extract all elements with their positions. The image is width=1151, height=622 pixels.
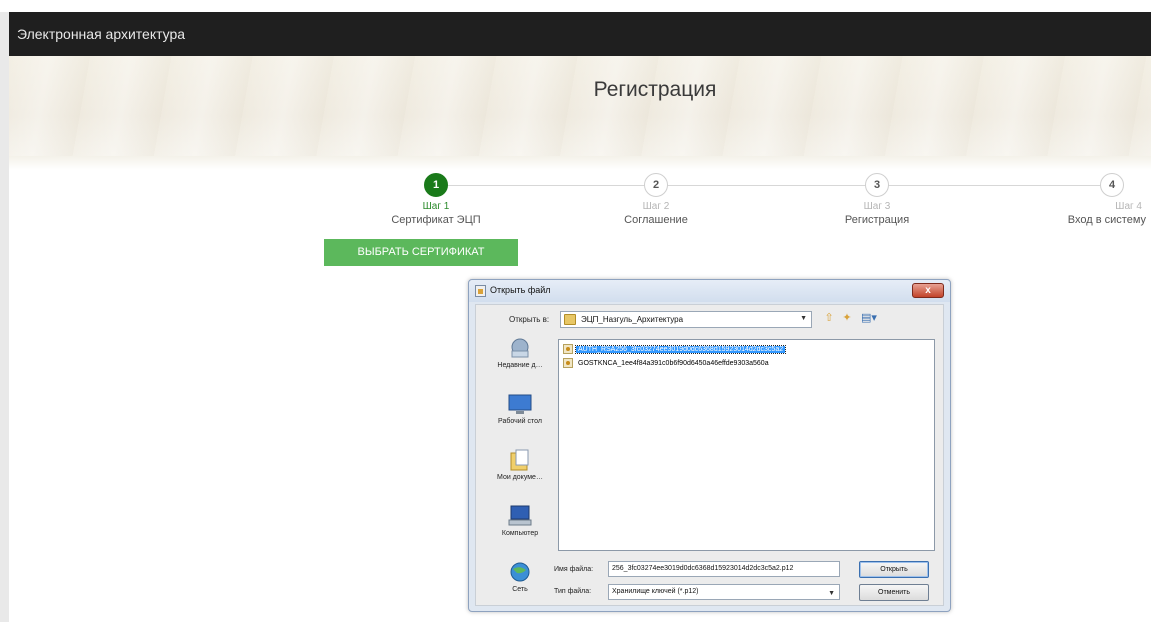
chevron-down-icon[interactable]: ▼ bbox=[828, 587, 835, 601]
new-folder-icon[interactable]: ✦ bbox=[840, 311, 854, 326]
step-1: 1 Шаг 1 Сертификат ЭЦП bbox=[351, 173, 521, 226]
place-my-documents[interactable]: Мои докуме… bbox=[486, 449, 554, 481]
recent-documents-icon bbox=[508, 337, 532, 359]
left-margin bbox=[0, 12, 9, 622]
step-2-label: Соглашение bbox=[624, 214, 688, 226]
key-file-icon bbox=[563, 344, 573, 354]
filename-label: Имя файла: bbox=[554, 566, 594, 573]
java-app-icon bbox=[475, 285, 486, 297]
step-2-circle: 2 bbox=[644, 173, 668, 197]
step-2: 2 Шаг 2 Соглашение bbox=[571, 173, 741, 226]
step-3-circle: 3 bbox=[865, 173, 889, 197]
app-header: Электронная архитектура bbox=[9, 12, 1151, 56]
step-1-circle: 1 bbox=[424, 173, 448, 197]
filetype-value: Хранилище ключей (*.p12) bbox=[612, 588, 699, 595]
network-icon bbox=[508, 561, 532, 583]
open-button[interactable]: Открыть bbox=[859, 561, 929, 578]
cancel-button[interactable]: Отменить bbox=[859, 584, 929, 601]
step-1-label: Сертификат ЭЦП bbox=[391, 214, 481, 226]
stepper-line bbox=[435, 185, 1100, 186]
key-file-icon bbox=[563, 358, 573, 368]
place-recent[interactable]: Недавние д… bbox=[486, 337, 554, 369]
dialog-titlebar[interactable]: Открыть файл x bbox=[469, 280, 950, 302]
look-in-value: ЭЦП_Назгуль_Архитектура bbox=[581, 315, 684, 324]
place-desktop-label: Рабочий стол bbox=[498, 418, 542, 425]
top-margin bbox=[0, 0, 1151, 12]
open-file-dialog: Открыть файл x Открыть в: ЭЦП_Назгуль_Ар… bbox=[468, 279, 951, 612]
place-network-label: Сеть bbox=[512, 586, 528, 593]
step-3-caption: Шаг 3 bbox=[863, 201, 891, 212]
place-recent-label: Недавние д… bbox=[497, 362, 543, 369]
file-name[interactable]: GOSTKNCA_1ee4f84a391c0b6f90d6450a46effde… bbox=[576, 360, 771, 367]
my-documents-icon bbox=[508, 449, 532, 471]
dialog-title: Открыть файл bbox=[490, 285, 551, 295]
step-4-label: Вход в систему bbox=[1067, 214, 1146, 226]
filetype-label: Тип файла: bbox=[554, 588, 592, 595]
file-row[interactable]: AUTH_RSA256_3fc03274ee3019d0dc6368d15923… bbox=[563, 343, 787, 355]
step-3-label: Регистрация bbox=[844, 214, 910, 226]
choose-certificate-button[interactable]: ВЫБРАТЬ СЕРТИФИКАТ bbox=[324, 239, 518, 266]
file-list[interactable]: AUTH_RSA256_3fc03274ee3019d0dc6368d15923… bbox=[558, 339, 935, 551]
place-computer[interactable]: Компьютер bbox=[486, 505, 554, 537]
place-desktop[interactable]: Рабочий стол bbox=[486, 393, 554, 425]
places-bar: Недавние д… Рабочий стол Мои докуме… Ком… bbox=[486, 337, 554, 602]
step-1-caption: Шаг 1 bbox=[422, 201, 450, 212]
place-computer-label: Компьютер bbox=[501, 530, 539, 537]
computer-icon bbox=[508, 505, 532, 527]
dialog-body: Открыть в: ЭЦП_Назгуль_Архитектура ▼ ⇧ ✦… bbox=[475, 304, 944, 606]
step-4: 4 Шаг 4 Вход в систему bbox=[1014, 173, 1150, 226]
place-network[interactable]: Сеть bbox=[486, 561, 554, 593]
step-4-circle: 4 bbox=[1100, 173, 1124, 197]
look-in-label: Открыть в: bbox=[509, 315, 550, 324]
filetype-select[interactable]: Хранилище ключей (*.p12) ▼ bbox=[608, 584, 840, 600]
page-banner: Регистрация bbox=[9, 56, 1151, 156]
desktop-icon bbox=[508, 393, 532, 415]
close-button[interactable]: x bbox=[912, 283, 944, 298]
banner-background bbox=[9, 56, 1151, 156]
step-2-caption: Шаг 2 bbox=[642, 201, 670, 212]
filename-input[interactable]: 256_3fc03274ee3019d0dc6368d15923014d2dc3… bbox=[608, 561, 840, 577]
page-title: Регистрация bbox=[593, 78, 717, 101]
app-title[interactable]: Электронная архитектура bbox=[17, 26, 185, 42]
view-menu-icon[interactable]: ▤▾ bbox=[858, 311, 880, 326]
folder-icon bbox=[564, 314, 576, 325]
step-3: 3 Шаг 3 Регистрация bbox=[792, 173, 962, 226]
file-row[interactable]: GOSTKNCA_1ee4f84a391c0b6f90d6450a46effde… bbox=[563, 357, 771, 369]
place-my-documents-label: Мои докуме… bbox=[497, 474, 543, 481]
file-name-selected[interactable]: AUTH_RSA256_3fc03274ee3019d0dc6368d15923… bbox=[574, 344, 787, 354]
look-in-combo[interactable]: ЭЦП_Назгуль_Архитектура ▼ bbox=[560, 311, 812, 328]
banner-fade bbox=[9, 156, 1151, 170]
step-4-caption: Шаг 4 bbox=[1115, 201, 1142, 212]
chevron-down-icon[interactable]: ▼ bbox=[800, 315, 807, 322]
up-folder-icon[interactable]: ⇧ bbox=[822, 311, 836, 326]
